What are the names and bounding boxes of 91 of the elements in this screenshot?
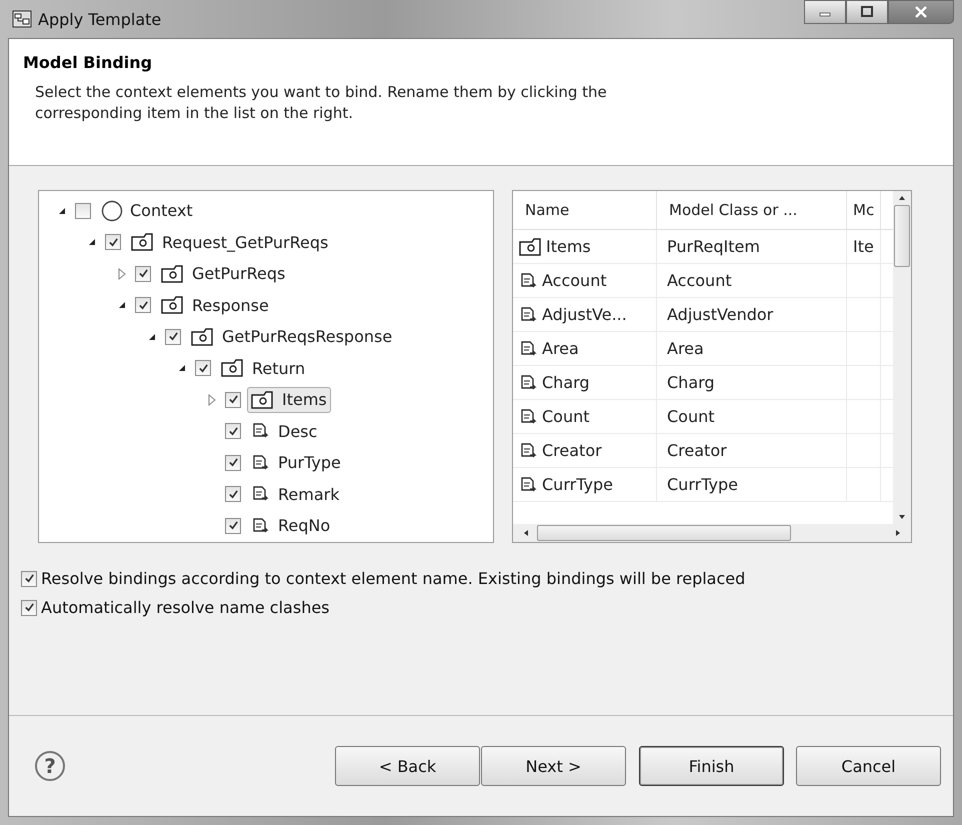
- folder-icon: [519, 236, 543, 256]
- tree-item[interactable]: Return: [217, 355, 310, 382]
- table-cell: Charg: [513, 366, 657, 399]
- table-cell: Account: [657, 264, 847, 297]
- check-icon: [228, 457, 238, 468]
- page-description: Select the context elements you want to bind. Rename them by clicking the corresponding item in the list on the right.: [34, 82, 608, 124]
- expanded-arrow-icon[interactable]: [87, 237, 97, 248]
- checkbox[interactable]: [225, 392, 241, 408]
- expanded-arrow-icon[interactable]: [147, 332, 157, 342]
- window-title: Apply Template: [38, 10, 162, 28]
- column-header[interactable]: Mc: [847, 191, 881, 229]
- check-icon: [24, 602, 34, 613]
- option-label[interactable]: Resolve bindings according to context element name. Existing bindings will be replaced: [41, 569, 746, 588]
- table-cell: Items: [513, 230, 657, 263]
- check-icon: [228, 394, 238, 406]
- tree-item[interactable]: Response: [157, 292, 273, 318]
- scroll-thumb[interactable]: [537, 525, 791, 541]
- checkbox[interactable]: [225, 518, 241, 534]
- check-icon: [228, 488, 238, 500]
- folder-icon: [191, 326, 215, 347]
- table-cell: Count: [657, 400, 847, 433]
- table-cell: Ite: [847, 230, 881, 263]
- circle-icon: [101, 200, 123, 222]
- page-title: Model Binding: [23, 53, 154, 72]
- column-header[interactable]: Model Class or ...: [657, 191, 847, 229]
- checkbox[interactable]: [105, 234, 121, 250]
- close-button[interactable]: [888, 0, 954, 24]
- tree-item[interactable]: PurType: [247, 450, 345, 476]
- collapsed-arrow-icon[interactable]: [117, 268, 127, 280]
- checkbox[interactable]: [21, 600, 37, 616]
- checkbox[interactable]: [225, 423, 241, 440]
- table-cell: Area: [657, 332, 847, 365]
- table-cell: Creator: [513, 434, 657, 467]
- minimize-button[interactable]: [804, 0, 846, 24]
- check-icon: [198, 362, 208, 374]
- tree-item[interactable]: GetPurReqs: [157, 260, 290, 287]
- tree-item[interactable]: Context: [97, 196, 197, 225]
- wizard-button[interactable]: Next >: [481, 746, 626, 786]
- finish-button[interactable]: Finish: [639, 746, 784, 786]
- checkbox[interactable]: [225, 486, 241, 502]
- check-icon: [168, 331, 178, 342]
- table-cell: AdjustVendor: [657, 298, 847, 331]
- maximize-icon: [860, 6, 874, 18]
- tree-item[interactable]: Items: [247, 386, 331, 413]
- folder-icon: [251, 390, 275, 410]
- app-icon: [12, 9, 32, 29]
- checkbox[interactable]: [75, 202, 91, 219]
- table-cell: Area: [513, 332, 657, 365]
- cancel-button[interactable]: Cancel: [796, 746, 941, 786]
- wizard-button[interactable]: < Back: [335, 746, 480, 786]
- checkbox[interactable]: [225, 454, 241, 471]
- table-cell: CurrType: [513, 468, 657, 501]
- scroll-thumb[interactable]: [894, 205, 910, 267]
- folder-icon: [131, 232, 155, 252]
- vertical-scrollbar[interactable]: [893, 191, 911, 524]
- check-icon: [138, 268, 148, 280]
- table-cell: Charg: [657, 366, 847, 399]
- check-icon: [138, 300, 148, 311]
- table-cell: CurrType: [657, 468, 847, 501]
- tree-item[interactable]: Desc: [247, 418, 322, 444]
- expanded-arrow-icon[interactable]: [177, 363, 187, 374]
- checkbox[interactable]: [135, 297, 151, 314]
- checkbox[interactable]: [21, 570, 37, 586]
- table-cell: Account: [513, 264, 657, 297]
- horizontal-scrollbar[interactable]: [513, 524, 911, 542]
- folder-icon: [221, 358, 245, 378]
- checkbox[interactable]: [195, 360, 211, 376]
- check-icon: [228, 520, 238, 532]
- option-label[interactable]: Automatically resolve name clashes: [41, 598, 330, 617]
- help-button[interactable]: ?: [35, 751, 65, 781]
- table-cell: Count: [513, 400, 657, 433]
- table-cell: AdjustVe...: [513, 298, 657, 331]
- expanded-arrow-icon[interactable]: [57, 206, 67, 216]
- tree-item[interactable]: ReqNo: [247, 512, 334, 539]
- table-cell: Creator: [657, 434, 847, 467]
- check-icon: [108, 236, 118, 248]
- maximize-button[interactable]: [846, 0, 888, 24]
- check-icon: [228, 426, 238, 437]
- column-header[interactable]: Name: [513, 191, 657, 229]
- folder-icon: [161, 264, 185, 284]
- checkbox[interactable]: [165, 328, 181, 345]
- expanded-arrow-icon[interactable]: [117, 300, 127, 310]
- collapsed-arrow-icon[interactable]: [207, 394, 217, 406]
- close-icon: [914, 6, 928, 18]
- check-icon: [24, 573, 34, 584]
- folder-icon: [161, 295, 185, 316]
- table-cell: PurReqItem: [657, 230, 847, 263]
- tree-item[interactable]: Remark: [247, 481, 344, 508]
- checkbox[interactable]: [135, 266, 151, 282]
- tree-item[interactable]: Request_GetPurReqs: [127, 229, 332, 256]
- tree-item[interactable]: GetPurReqsResponse: [187, 324, 396, 350]
